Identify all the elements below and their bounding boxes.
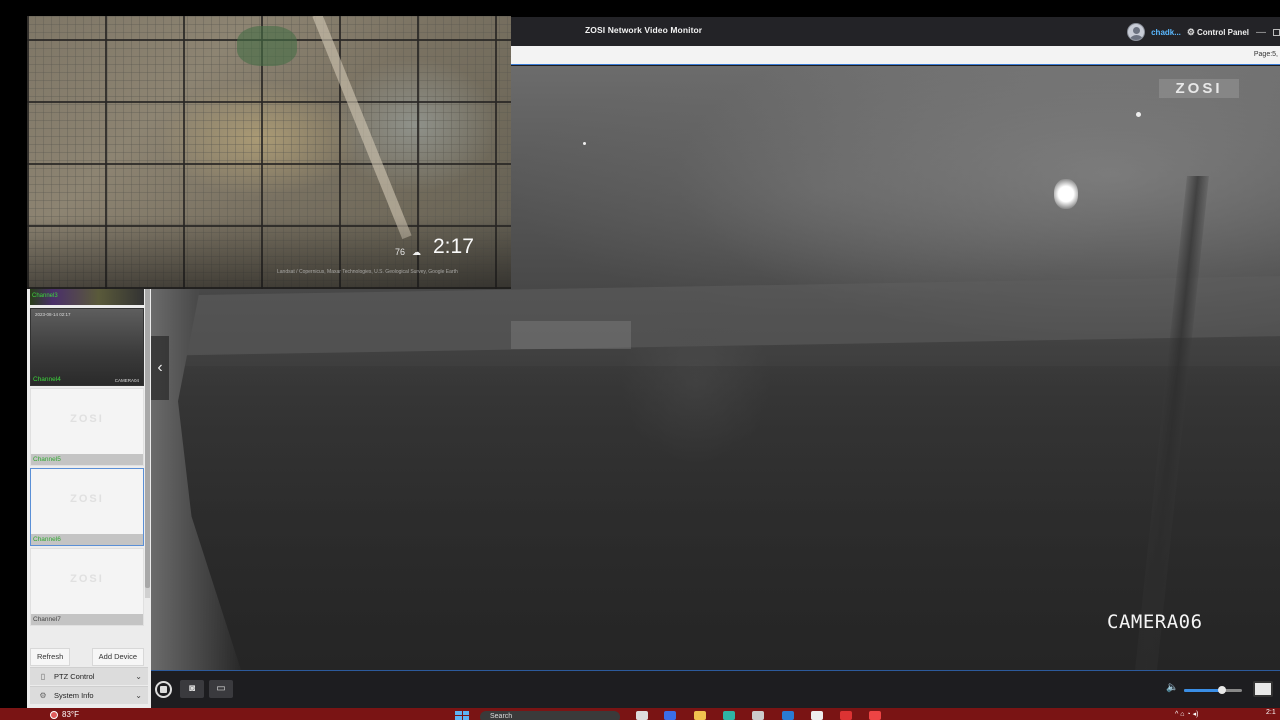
maximize-button[interactable]	[1273, 28, 1280, 36]
username[interactable]: chadk...	[1151, 28, 1181, 37]
scrollbar-thumb[interactable]	[145, 288, 150, 588]
gear-icon: ⚙	[39, 691, 47, 700]
video-sidewalk	[511, 321, 631, 349]
zosi-placeholder-logo: ZOSI	[70, 413, 104, 425]
channel-thumbnail-partial[interactable]: Channel3	[30, 288, 144, 305]
user-avatar[interactable]	[1127, 23, 1146, 41]
channel-timestamp: 2023-08-14 02:17	[35, 312, 71, 317]
zosi-watermark: ZOSI	[1159, 79, 1239, 98]
video-light-dot	[1136, 112, 1141, 117]
record-button[interactable]	[155, 681, 172, 698]
page-indicator: Page:5,	[1253, 51, 1278, 58]
user-area: chadk... ⚙ Control Panel —	[1127, 22, 1280, 42]
taskbar-temperature: 83°F	[62, 710, 79, 719]
chrome-icon[interactable]	[840, 711, 852, 720]
camera-icon: ◙	[188, 683, 196, 694]
map-credit: Landsat / Copernicus, Maxar Technologies…	[277, 269, 458, 275]
control-panel-button[interactable]: ⚙ Control Panel	[1187, 27, 1249, 38]
volume-slider-knob[interactable]	[1217, 686, 1226, 694]
ptz-control-row[interactable]: ▯ PTZ Control ⌄	[30, 667, 148, 685]
gear-icon: ⚙	[1186, 26, 1195, 37]
channel-sidebar: Channel3 2023-08-14 02:17 CAMERA04 Chann…	[27, 288, 151, 708]
cloud-icon: ☁	[412, 247, 421, 257]
zosi-placeholder-logo: ZOSI	[70, 573, 104, 585]
minimize-button[interactable]: —	[1255, 27, 1267, 38]
bottom-toolbar: ◙ ▭ 🔈	[151, 670, 1280, 708]
taskbar-weather[interactable]: 83°F	[50, 710, 79, 719]
previous-page-button[interactable]: ‹	[151, 336, 169, 400]
map-time: 2:17	[433, 235, 474, 258]
ptz-control-label: PTZ Control	[54, 672, 95, 681]
mail-icon[interactable]	[782, 711, 794, 720]
map-temperature: 76	[395, 247, 406, 257]
app-title: ZOSI Network Video Monitor	[585, 25, 703, 35]
ptz-icon: ▯	[40, 672, 46, 681]
title-bar: ZOSI Network Video Monitor chadk... ⚙ Co…	[511, 17, 1280, 46]
volume-slider-fill	[1184, 689, 1222, 692]
taskbar-search[interactable]: Search	[480, 711, 620, 720]
add-device-button[interactable]: Add Device	[91, 648, 144, 666]
map-park-area	[237, 26, 297, 66]
channel-label: Channel7	[31, 614, 143, 625]
map-overlay-window[interactable]: 76 ☁ 2:17 Landsat / Copernicus, Maxar Te…	[27, 16, 511, 289]
system-info-row[interactable]: ⚙ System Info ⌄	[30, 686, 148, 704]
top-black-band	[0, 0, 1280, 17]
chevron-down-icon: ⌄	[135, 672, 142, 681]
channel-label: Channel4	[33, 376, 61, 383]
chevron-down-icon: ⌄	[135, 691, 142, 700]
channel-tile-4[interactable]: 2023-08-14 02:17 CAMERA04 Channel4	[30, 308, 144, 386]
taskbar-clock[interactable]: 2:1	[1266, 709, 1276, 716]
windows-start-icon[interactable]	[455, 711, 469, 720]
control-panel-label: Control Panel	[1196, 27, 1249, 37]
fullscreen-button[interactable]	[1253, 681, 1273, 697]
app-icon[interactable]	[811, 711, 823, 720]
weather-icon	[50, 710, 58, 719]
video-clip-button[interactable]: ▭	[209, 680, 233, 698]
channel-label: Channel5	[31, 454, 143, 465]
edge-icon[interactable]	[664, 711, 676, 720]
channel-tile-5[interactable]: ZOSI Channel5	[30, 388, 144, 466]
channel-tile-7[interactable]: ZOSI Channel7	[30, 548, 144, 626]
channel-label: Channel6	[31, 534, 143, 545]
system-info-label: System Info	[54, 691, 94, 700]
volume-slider[interactable]	[1184, 686, 1242, 694]
store-icon[interactable]	[752, 711, 764, 720]
system-tray-icons[interactable]: ^ ⌂ ◔ ◂)	[1175, 710, 1198, 718]
zosi-app-icon[interactable]	[869, 711, 881, 720]
video-streetlight	[1054, 179, 1078, 209]
volume-icon[interactable]: 🔈	[1166, 682, 1178, 693]
film-icon: ▭	[216, 683, 226, 694]
channel-label: Channel3	[32, 293, 58, 299]
channel-tile-6[interactable]: ZOSI Channel6	[30, 468, 144, 546]
camera-label: CAMERA06	[1107, 611, 1203, 633]
channel-scrollbar[interactable]	[145, 288, 150, 598]
zosi-placeholder-logo: ZOSI	[70, 493, 104, 505]
task-view-icon[interactable]	[636, 711, 648, 720]
snapshot-button[interactable]: ◙	[180, 680, 204, 698]
map-diagonal-road	[312, 16, 412, 240]
windows-taskbar: 83°F Search ^ ⌂ ◔ ◂) 2:1	[0, 708, 1280, 720]
page-bar: Page:5,	[511, 46, 1280, 65]
refresh-button[interactable]: Refresh	[30, 648, 71, 666]
file-explorer-icon[interactable]	[694, 711, 706, 720]
browser-icon[interactable]	[723, 711, 735, 720]
video-light-dot	[583, 142, 586, 145]
sidebar-actions: Refresh Add Device	[30, 648, 144, 666]
